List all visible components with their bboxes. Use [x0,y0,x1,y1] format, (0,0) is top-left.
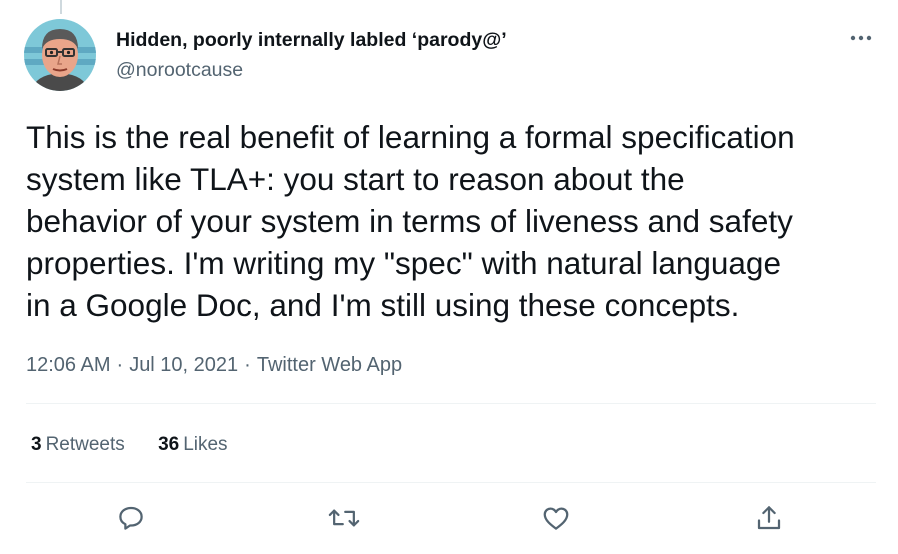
likes-stat[interactable]: 36 Likes [158,432,228,458]
meta-separator: · [244,354,251,376]
cartoon-avatar-icon [24,19,96,91]
retweets-stat[interactable]: 3 Retweets [31,432,125,458]
author-handle[interactable]: @norootcause [116,57,507,83]
tweet-text-line: in a Google Doc, and I'm still using the… [26,287,740,323]
like-button[interactable] [538,500,574,536]
tweet-text-line: behavior of your system in terms of live… [26,203,793,239]
retweets-label: Retweets [45,434,125,455]
tweet-date[interactable]: Jul 10, 2021 [129,354,238,376]
tweet-author-header: Hidden, poorly internally labled ‘parody… [116,27,507,83]
more-options-button[interactable] [842,26,882,50]
tweet-text: This is the real benefit of learning a f… [26,116,886,326]
tweet-metadata: 12:06 AM · Jul 10, 2021 · Twitter Web App [26,351,402,379]
retweet-icon [328,509,360,527]
tweet-time[interactable]: 12:06 AM [26,354,111,376]
author-display-name[interactable]: Hidden, poorly internally labled ‘parody… [116,27,507,53]
likes-count: 36 [158,434,180,455]
share-icon [757,506,781,530]
likes-label: Likes [183,434,228,455]
tweet-text-line: properties. I'm writing my "spec" with n… [26,245,781,281]
retweets-count: 3 [31,434,42,455]
tweet-source[interactable]: Twitter Web App [257,354,402,376]
reply-button[interactable] [113,500,149,536]
tweet-text-line: This is the real benefit of learning a f… [26,119,795,155]
thread-connector-line [60,0,62,14]
share-button[interactable] [751,500,787,536]
divider [26,403,876,404]
retweet-button[interactable] [326,500,362,536]
like-icon [543,507,569,530]
tweet-text-line: system like TLA+: you start to reason ab… [26,161,685,197]
more-dots-icon [850,35,872,41]
reply-icon [119,506,143,530]
divider [26,482,876,483]
meta-separator: · [116,354,124,376]
tweet-stats: 3 Retweets 36 Likes [31,432,256,458]
avatar[interactable] [24,19,96,91]
